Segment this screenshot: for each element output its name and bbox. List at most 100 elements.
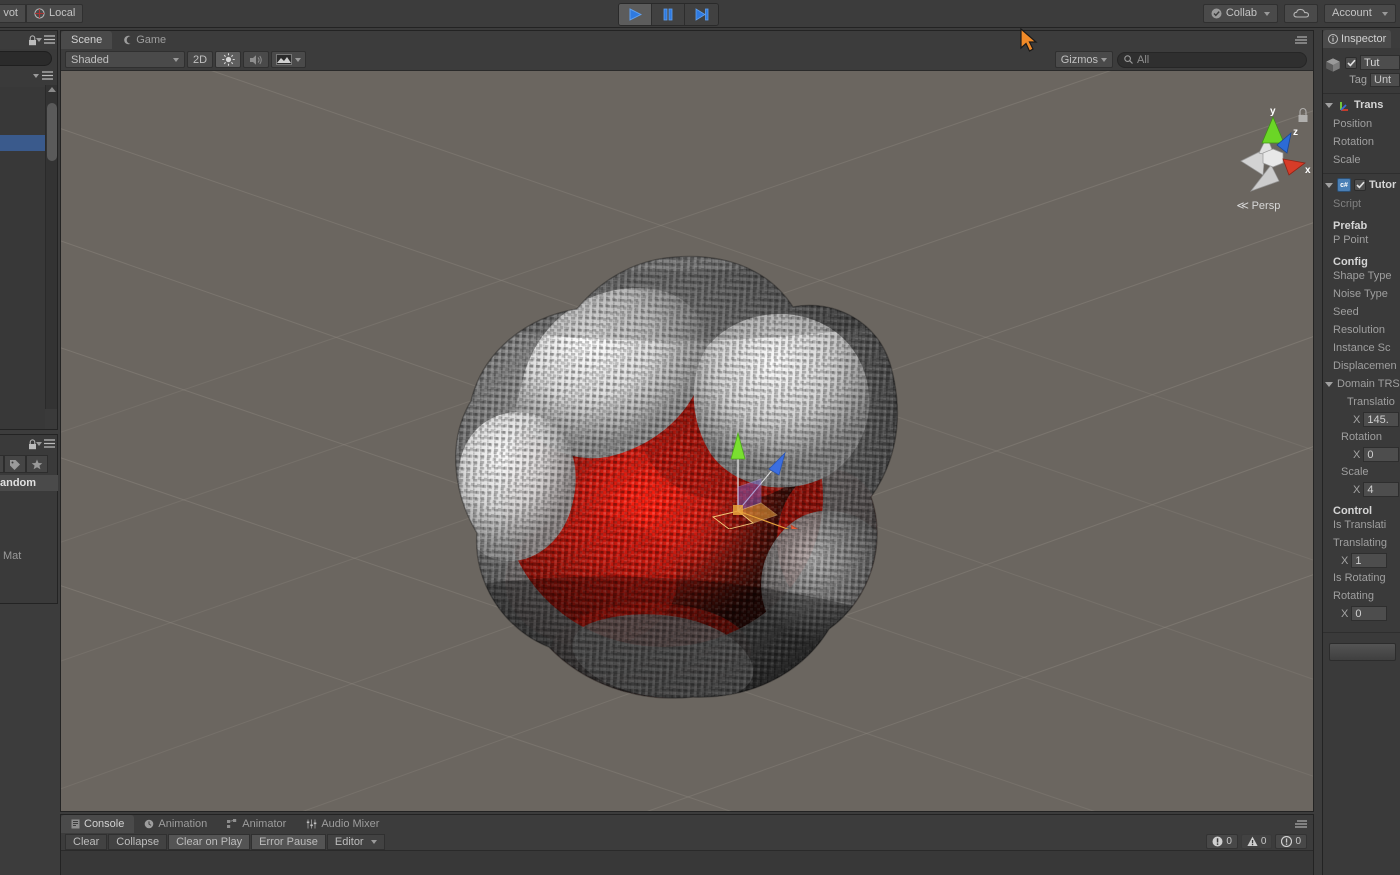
- config-noise-type-row[interactable]: Noise Type: [1323, 285, 1400, 303]
- project-tab-tag[interactable]: [4, 455, 26, 473]
- hierarchy-scrollbar[interactable]: [45, 85, 57, 409]
- pause-button[interactable]: [652, 4, 685, 25]
- gizmos-dropdown[interactable]: Gizmos: [1054, 51, 1113, 68]
- config-instance-scale-row[interactable]: Instance Sc: [1323, 339, 1400, 357]
- chevron-down-icon[interactable]: [1325, 182, 1333, 188]
- list-item[interactable]: [0, 151, 45, 167]
- console-log-area[interactable]: [61, 851, 1313, 875]
- script-enabled-checkbox[interactable]: [1354, 179, 1366, 191]
- console-clear-button[interactable]: Clear: [65, 833, 108, 850]
- config-scale-row[interactable]: Scale: [1323, 463, 1400, 481]
- console-clear-on-play-button[interactable]: Clear on Play: [168, 833, 251, 850]
- console-error-pause-button[interactable]: Error Pause: [251, 833, 326, 850]
- config-scale-x-value[interactable]: 4: [1363, 482, 1400, 497]
- config-rotation-row[interactable]: Rotation: [1323, 428, 1400, 446]
- cs-script-icon: c#: [1337, 178, 1351, 192]
- component-header-script[interactable]: c# Tutor: [1323, 174, 1400, 195]
- tab-game[interactable]: Game: [112, 31, 176, 49]
- chevron-down-icon[interactable]: [1325, 381, 1333, 387]
- toggle-lighting-button[interactable]: [215, 51, 242, 68]
- scroll-up-arrow-icon[interactable]: [48, 87, 56, 92]
- transform-position-row[interactable]: Position: [1323, 115, 1400, 133]
- error-count[interactable]: 0: [1206, 834, 1238, 849]
- gizmo-x-arrow: [790, 524, 815, 540]
- control-translating-x-row[interactable]: X 1: [1323, 552, 1400, 569]
- tab-scene[interactable]: Scene: [61, 31, 113, 49]
- list-item[interactable]: [0, 135, 45, 151]
- transform-icon: [1340, 102, 1348, 111]
- draw-mode-dropdown[interactable]: Shaded: [65, 51, 185, 68]
- cloud-services-button[interactable]: [1284, 4, 1318, 23]
- voxel-blob-object[interactable]: [431, 251, 911, 711]
- console-collapse-button[interactable]: Collapse: [108, 833, 168, 850]
- object-enabled-checkbox[interactable]: [1345, 56, 1357, 69]
- console-editor-dropdown[interactable]: Editor: [326, 833, 385, 850]
- console-panel-menu-icon[interactable]: [1295, 819, 1307, 831]
- warning-count[interactable]: 0: [1240, 834, 1273, 849]
- transform-scale-row[interactable]: Scale: [1323, 151, 1400, 169]
- control-is-rotating-row[interactable]: Is Rotating: [1323, 569, 1400, 587]
- tab-audio-mixer[interactable]: Audio Mixer: [296, 815, 389, 833]
- toolbar-right-group: Collab Account: [1202, 4, 1396, 23]
- hierarchy-options[interactable]: [30, 71, 53, 80]
- scene-panel-menu-icon[interactable]: [1295, 35, 1307, 47]
- control-translating-x-value[interactable]: 1: [1351, 553, 1388, 568]
- gizmo-y-cone: [1261, 115, 1285, 144]
- hierarchy-search-input[interactable]: [0, 51, 52, 66]
- pivot-space-button[interactable]: Local: [26, 4, 84, 23]
- object-name-field[interactable]: Tut: [1360, 55, 1400, 70]
- chevron-down-icon[interactable]: [1325, 102, 1333, 108]
- info-count[interactable]: 0: [1275, 834, 1307, 849]
- prefab-point-row[interactable]: P Point: [1323, 231, 1400, 249]
- project-asset-name[interactable]: orandom: [0, 475, 58, 491]
- control-is-rotating-label: Is Rotating: [1333, 572, 1386, 584]
- step-button[interactable]: [685, 4, 718, 25]
- config-seed-row[interactable]: Seed: [1323, 303, 1400, 321]
- config-scale-x-row[interactable]: X 4: [1323, 481, 1400, 498]
- transform-gizmo[interactable]: [673, 389, 833, 540]
- control-is-translating-row[interactable]: Is Translati: [1323, 516, 1400, 534]
- scene-search-input[interactable]: All: [1117, 51, 1307, 68]
- list-item[interactable]: [0, 87, 45, 103]
- tab-inspector[interactable]: Inspector: [1323, 30, 1392, 48]
- control-rotating-x-value[interactable]: 0: [1351, 606, 1388, 621]
- project-menu-icon[interactable]: [33, 439, 55, 448]
- control-translating-row[interactable]: Translating: [1323, 534, 1400, 552]
- config-translation-row[interactable]: Translatio: [1323, 393, 1400, 411]
- config-resolution-row[interactable]: Resolution: [1323, 321, 1400, 339]
- tab-animator[interactable]: Animator: [217, 815, 296, 833]
- tab-console[interactable]: Console: [61, 815, 135, 833]
- info-icon: [1328, 34, 1338, 44]
- toggle-2d-button[interactable]: 2D: [187, 51, 214, 68]
- config-translation-x-value[interactable]: 145.: [1363, 412, 1400, 427]
- config-shape-type-row[interactable]: Shape Type: [1323, 267, 1400, 285]
- scene-viewport[interactable]: y z x ≪ Persp: [61, 71, 1313, 811]
- config-rotation-x-value[interactable]: 0: [1363, 447, 1400, 462]
- collab-button[interactable]: Collab: [1202, 4, 1278, 23]
- play-button[interactable]: [619, 4, 652, 25]
- pivot-rotation-group: vot Local: [0, 4, 84, 23]
- tag-dropdown[interactable]: Unt: [1370, 73, 1400, 87]
- toggle-effects-button[interactable]: [271, 51, 307, 68]
- account-button[interactable]: Account: [1324, 4, 1396, 23]
- project-tab-favorites[interactable]: [26, 455, 48, 473]
- inspector-action-button[interactable]: [1329, 643, 1396, 661]
- control-rotating-x-row[interactable]: X 0: [1323, 605, 1400, 622]
- control-rotating-row[interactable]: Rotating: [1323, 587, 1400, 605]
- list-item[interactable]: [0, 119, 45, 135]
- config-domain-trs-row[interactable]: Domain TRS: [1323, 375, 1400, 393]
- transform-rotation-row[interactable]: Rotation: [1323, 133, 1400, 151]
- script-field-row[interactable]: Script: [1323, 195, 1400, 213]
- projection-label[interactable]: ≪ Persp: [1236, 199, 1280, 212]
- config-rotation-x-row[interactable]: X 0: [1323, 446, 1400, 463]
- scrollbar-thumb[interactable]: [47, 103, 57, 161]
- list-item[interactable]: [0, 167, 45, 183]
- tab-animation[interactable]: Animation: [134, 815, 217, 833]
- list-item[interactable]: [0, 103, 45, 119]
- config-translation-x-row[interactable]: X 145.: [1323, 411, 1400, 428]
- component-header-transform[interactable]: Trans: [1323, 94, 1400, 115]
- config-displacement-row[interactable]: Displacemen: [1323, 357, 1400, 375]
- hierarchy-menu-icon[interactable]: [33, 35, 55, 44]
- pivot-mode-button[interactable]: vot: [0, 4, 26, 23]
- toggle-audio-button[interactable]: [243, 51, 270, 68]
